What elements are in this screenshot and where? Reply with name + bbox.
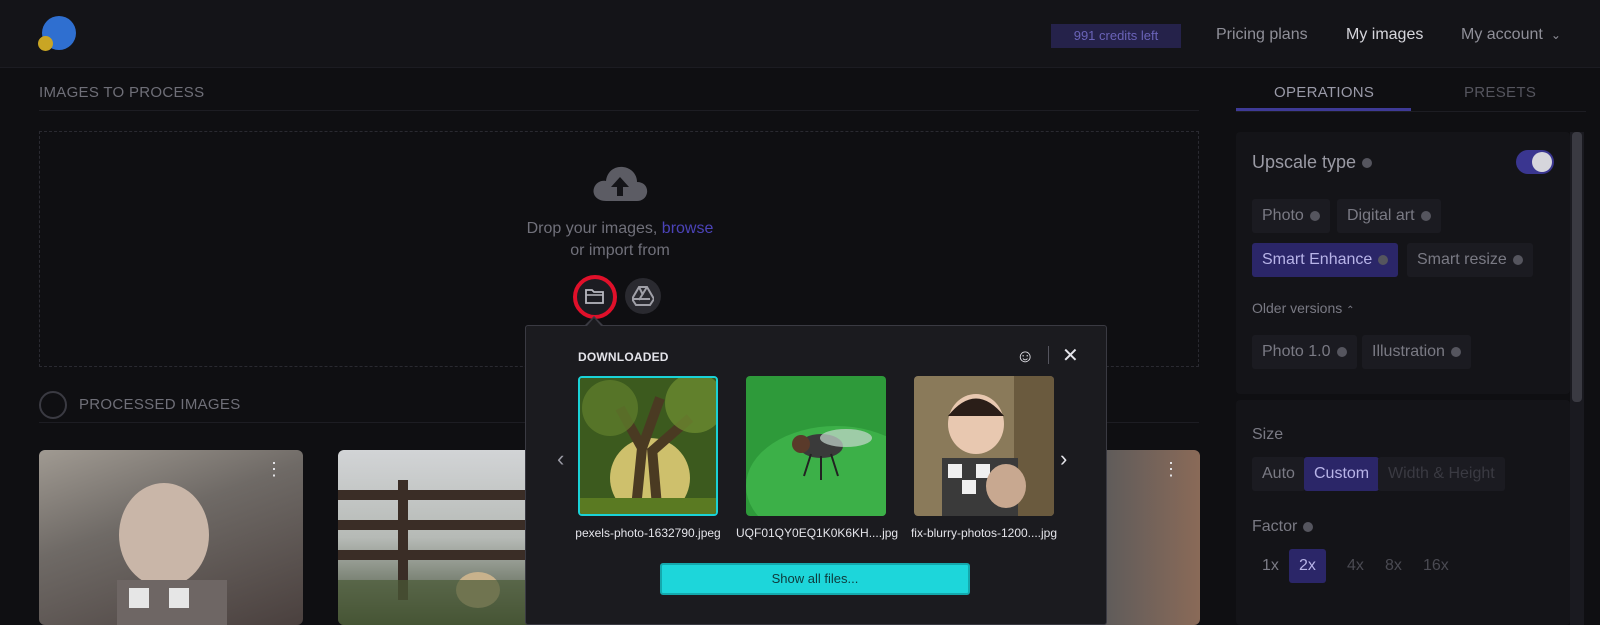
type-photo[interactable]: Photo (1252, 199, 1330, 233)
older-photo-label: Photo 1.0 (1262, 343, 1331, 360)
info-icon[interactable] (1420, 210, 1431, 221)
type-photo-label: Photo (1262, 207, 1304, 224)
sidebar-scrollbar[interactable] (1570, 132, 1584, 625)
close-icon[interactable]: ✕ (1062, 346, 1079, 366)
info-icon[interactable] (1362, 158, 1373, 169)
cloud-upload-icon (593, 166, 648, 201)
factor-16x[interactable]: 16x (1413, 549, 1459, 583)
more-options-icon[interactable]: ⋮ (1162, 460, 1180, 478)
chevron-down-icon: ⌄ (1550, 28, 1561, 42)
type-smart-enhance[interactable]: Smart Enhance (1252, 243, 1399, 277)
folder-icon (585, 289, 604, 304)
file-thumbnail-child[interactable] (914, 376, 1054, 516)
size-custom[interactable]: Custom (1304, 457, 1380, 491)
older-illustration[interactable]: Illustration (1362, 335, 1471, 369)
info-icon[interactable] (1450, 346, 1461, 357)
popup-caret-inner (587, 318, 601, 326)
top-bar: 991 credits left Pricing plans My images… (0, 0, 1600, 68)
tree-photo (580, 378, 716, 514)
google-drive-button[interactable] (625, 278, 661, 314)
carousel-next-arrow[interactable]: › (1060, 446, 1067, 472)
processed-images-title: PROCESSED IMAGES (79, 396, 241, 413)
info-icon[interactable] (1309, 210, 1320, 221)
info-icon[interactable] (1303, 521, 1314, 532)
popup-divider (1048, 346, 1049, 364)
chevron-up-icon: ⌃ (1346, 305, 1355, 316)
file-name: UQF01QY0EQ1K0K6KH....jpg (736, 526, 899, 540)
info-icon[interactable] (1336, 346, 1347, 357)
divider (1236, 111, 1586, 112)
smiley-icon[interactable]: ☺ (1016, 347, 1034, 365)
older-photo-1-0[interactable]: Photo 1.0 (1252, 335, 1357, 369)
tab-presets[interactable]: PRESETS (1464, 84, 1536, 101)
info-icon[interactable] (1512, 254, 1523, 265)
size-width-height[interactable]: Width & Height (1378, 457, 1505, 491)
size-auto[interactable]: Auto (1252, 457, 1305, 491)
factor-4x[interactable]: 4x (1337, 549, 1374, 583)
select-all-checkbox[interactable] (39, 391, 67, 419)
nav-my-account-label: My account (1461, 26, 1543, 43)
child-photo (914, 376, 1054, 516)
file-thumbnail-tree[interactable] (578, 376, 718, 516)
factor-2x[interactable]: 2x (1289, 549, 1326, 583)
browse-link[interactable]: browse (662, 220, 714, 237)
nav-my-images[interactable]: My images (1346, 26, 1423, 44)
factor-text: Factor (1252, 518, 1298, 535)
drop-instructions: Drop your images, browse or import from (450, 218, 790, 262)
type-smart-enhance-label: Smart Enhance (1262, 251, 1373, 268)
google-drive-icon (632, 286, 654, 306)
drop-text: Drop your images, (526, 220, 658, 237)
type-smart-resize-label: Smart resize (1417, 251, 1507, 268)
fly-photo (746, 376, 886, 516)
file-name: pexels-photo-1632790.jpeg (575, 526, 721, 540)
type-digital-art-label: Digital art (1347, 207, 1415, 224)
show-all-files-button[interactable]: Show all files... (660, 563, 970, 595)
processed-image-card[interactable]: ⋮ (39, 450, 303, 625)
upscale-toggle[interactable] (1516, 150, 1554, 174)
file-thumbnail-fly[interactable] (746, 376, 886, 516)
credits-badge: 991 credits left (1051, 24, 1181, 48)
import-text: or import from (570, 242, 670, 259)
app-logo[interactable] (38, 16, 76, 52)
older-versions-toggle[interactable]: Older versions ⌃ (1252, 300, 1355, 316)
local-folder-button[interactable] (573, 275, 617, 319)
older-versions-label: Older versions (1252, 300, 1343, 316)
size-label: Size (1252, 426, 1284, 443)
factor-1x[interactable]: 1x (1252, 549, 1289, 583)
file-name: fix-blurry-photos-1200....jpg (910, 526, 1058, 540)
carousel-prev-arrow[interactable]: ‹ (557, 446, 564, 472)
size-panel (1236, 400, 1570, 625)
info-icon[interactable] (1378, 254, 1389, 265)
scrollbar-thumb[interactable] (1572, 132, 1582, 402)
upscale-type-text: Upscale type (1252, 152, 1357, 172)
upscale-type-label: Upscale type (1252, 152, 1373, 173)
images-to-process-title: IMAGES TO PROCESS (39, 84, 205, 101)
type-digital-art[interactable]: Digital art (1337, 199, 1441, 233)
tab-operations[interactable]: OPERATIONS (1274, 84, 1374, 101)
factor-8x[interactable]: 8x (1375, 549, 1412, 583)
more-options-icon[interactable]: ⋮ (265, 460, 283, 478)
nav-my-account[interactable]: My account ⌄ (1461, 26, 1561, 44)
type-smart-resize[interactable]: Smart resize (1407, 243, 1533, 277)
child-photo (117, 483, 227, 625)
older-illustration-label: Illustration (1372, 343, 1445, 360)
toggle-knob (1532, 152, 1552, 172)
popup-title: DOWNLOADED (578, 350, 669, 364)
factor-label: Factor (1252, 518, 1314, 536)
divider (39, 110, 1199, 111)
nav-pricing-plans[interactable]: Pricing plans (1216, 26, 1308, 44)
